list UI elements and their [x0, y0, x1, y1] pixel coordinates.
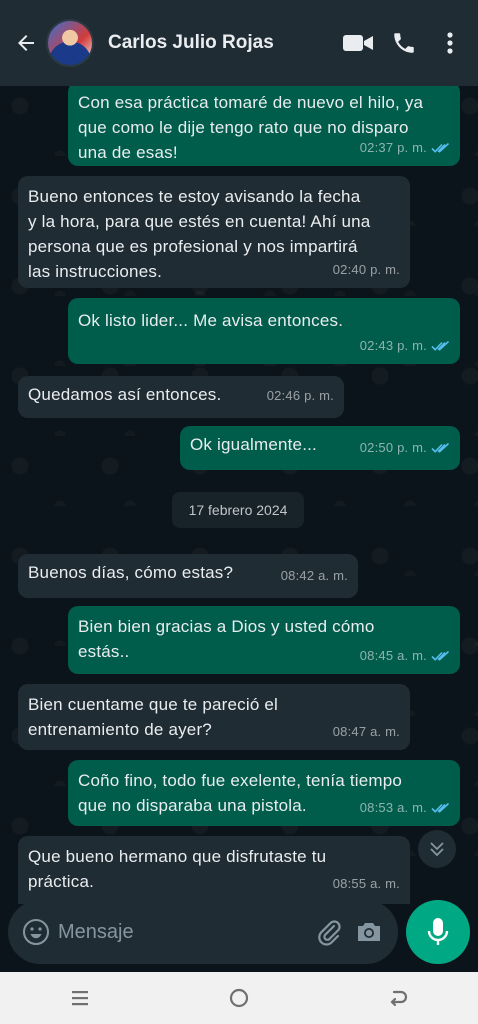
recents-icon [71, 991, 88, 1006]
message-bubble-incoming[interactable]: Bien cuentame que te pareció el entrenam… [18, 684, 410, 750]
message-input[interactable]: Mensaje [58, 921, 314, 944]
message-bubble-outgoing[interactable]: Ok listo lider... Me avisa entonces. 02:… [68, 298, 460, 364]
message-time: 08:55 a. m. [332, 876, 400, 891]
chat-header: Carlos Julio Rojas [0, 0, 478, 86]
message-text-line: Con esa práctica tomaré de nuevo el hilo… [78, 93, 424, 112]
message-composer: Mensaje [8, 900, 398, 964]
back-button[interactable] [6, 23, 46, 63]
message-time: 02:43 p. m. [359, 338, 427, 353]
message-time: 02:46 p. m. [266, 388, 334, 403]
message-bubble-outgoing[interactable]: Ok igualmente... 02:50 p. m. [180, 426, 460, 470]
contact-name[interactable]: Carlos Julio Rojas [108, 32, 334, 54]
double-check-icon [431, 142, 450, 153]
message-time: 08:42 a. m. [280, 568, 348, 583]
message-time: 02:40 p. m. [332, 262, 400, 277]
message-bubble-incoming[interactable]: Que bueno hermano que disfrutaste tu prá… [18, 836, 410, 904]
recents-button[interactable] [50, 978, 110, 1018]
message-text-line: Bien bien gracias a Dios y usted cómo [78, 617, 375, 636]
camera-icon[interactable] [354, 917, 384, 947]
message-time: 08:45 a. m. [359, 648, 427, 663]
message-time: 08:47 a. m. [332, 724, 400, 739]
double-check-icon [431, 340, 450, 351]
video-call-button[interactable] [336, 21, 380, 65]
system-navigation-bar [0, 972, 478, 1024]
back-arrow-icon [18, 35, 34, 51]
mic-icon [427, 918, 449, 945]
more-vert-icon [447, 32, 453, 54]
voice-message-button[interactable] [406, 900, 470, 964]
message-text-line: y la hora, para que estés en cuenta! Ahí… [28, 212, 371, 231]
message-text-line: Coño fino, todo fue exelente, tenía tiem… [78, 771, 403, 790]
double-check-icon [431, 442, 450, 453]
video-call-icon [343, 35, 373, 51]
avatar[interactable] [46, 19, 94, 67]
attach-icon[interactable] [314, 917, 344, 947]
message-bubble-outgoing[interactable]: Con esa práctica tomaré de nuevo el hilo… [68, 86, 460, 166]
message-list[interactable]: Con esa práctica tomaré de nuevo el hilo… [0, 86, 478, 904]
message-bubble-outgoing[interactable]: Bien bien gracias a Dios y usted cómo es… [68, 606, 460, 674]
scroll-to-bottom-button[interactable] [418, 830, 456, 868]
more-options-button[interactable] [428, 21, 472, 65]
message-text-line: Que bueno hermano que disfrutaste tu [28, 847, 327, 866]
message-time: 08:53 a. m. [359, 800, 427, 815]
phone-icon [394, 33, 414, 53]
message-time: 02:50 p. m. [359, 440, 427, 455]
emoji-icon[interactable] [22, 918, 50, 946]
date-separator: 17 febrero 2024 [172, 492, 304, 528]
message-bubble-incoming[interactable]: Bueno entonces te estoy avisando la fech… [18, 176, 410, 288]
double-check-icon [431, 802, 450, 813]
message-bubble-outgoing[interactable]: Coño fino, todo fue exelente, tenía tiem… [68, 760, 460, 826]
home-icon [229, 988, 249, 1008]
message-text-line: Bueno entonces te estoy avisando la fech… [28, 187, 361, 206]
message-text-line: Bien cuentame que te pareció el [28, 695, 279, 714]
double-check-icon [431, 650, 450, 661]
back-nav-button[interactable] [368, 978, 428, 1018]
home-button[interactable] [209, 978, 269, 1018]
message-text-line: persona que es profesional y nos imparti… [28, 237, 358, 256]
message-time: 02:37 p. m. [359, 140, 427, 155]
chevron-double-down-icon [430, 842, 444, 857]
message-text-line: Ok listo lider... Me avisa entonces. [78, 311, 344, 330]
message-bubble-incoming[interactable]: Quedamos así entonces. 02:46 p. m. [18, 376, 344, 418]
message-bubble-incoming[interactable]: Buenos días, cómo estas? 08:42 a. m. [18, 554, 358, 598]
voice-call-button[interactable] [382, 21, 426, 65]
back-nav-icon [390, 990, 408, 1007]
